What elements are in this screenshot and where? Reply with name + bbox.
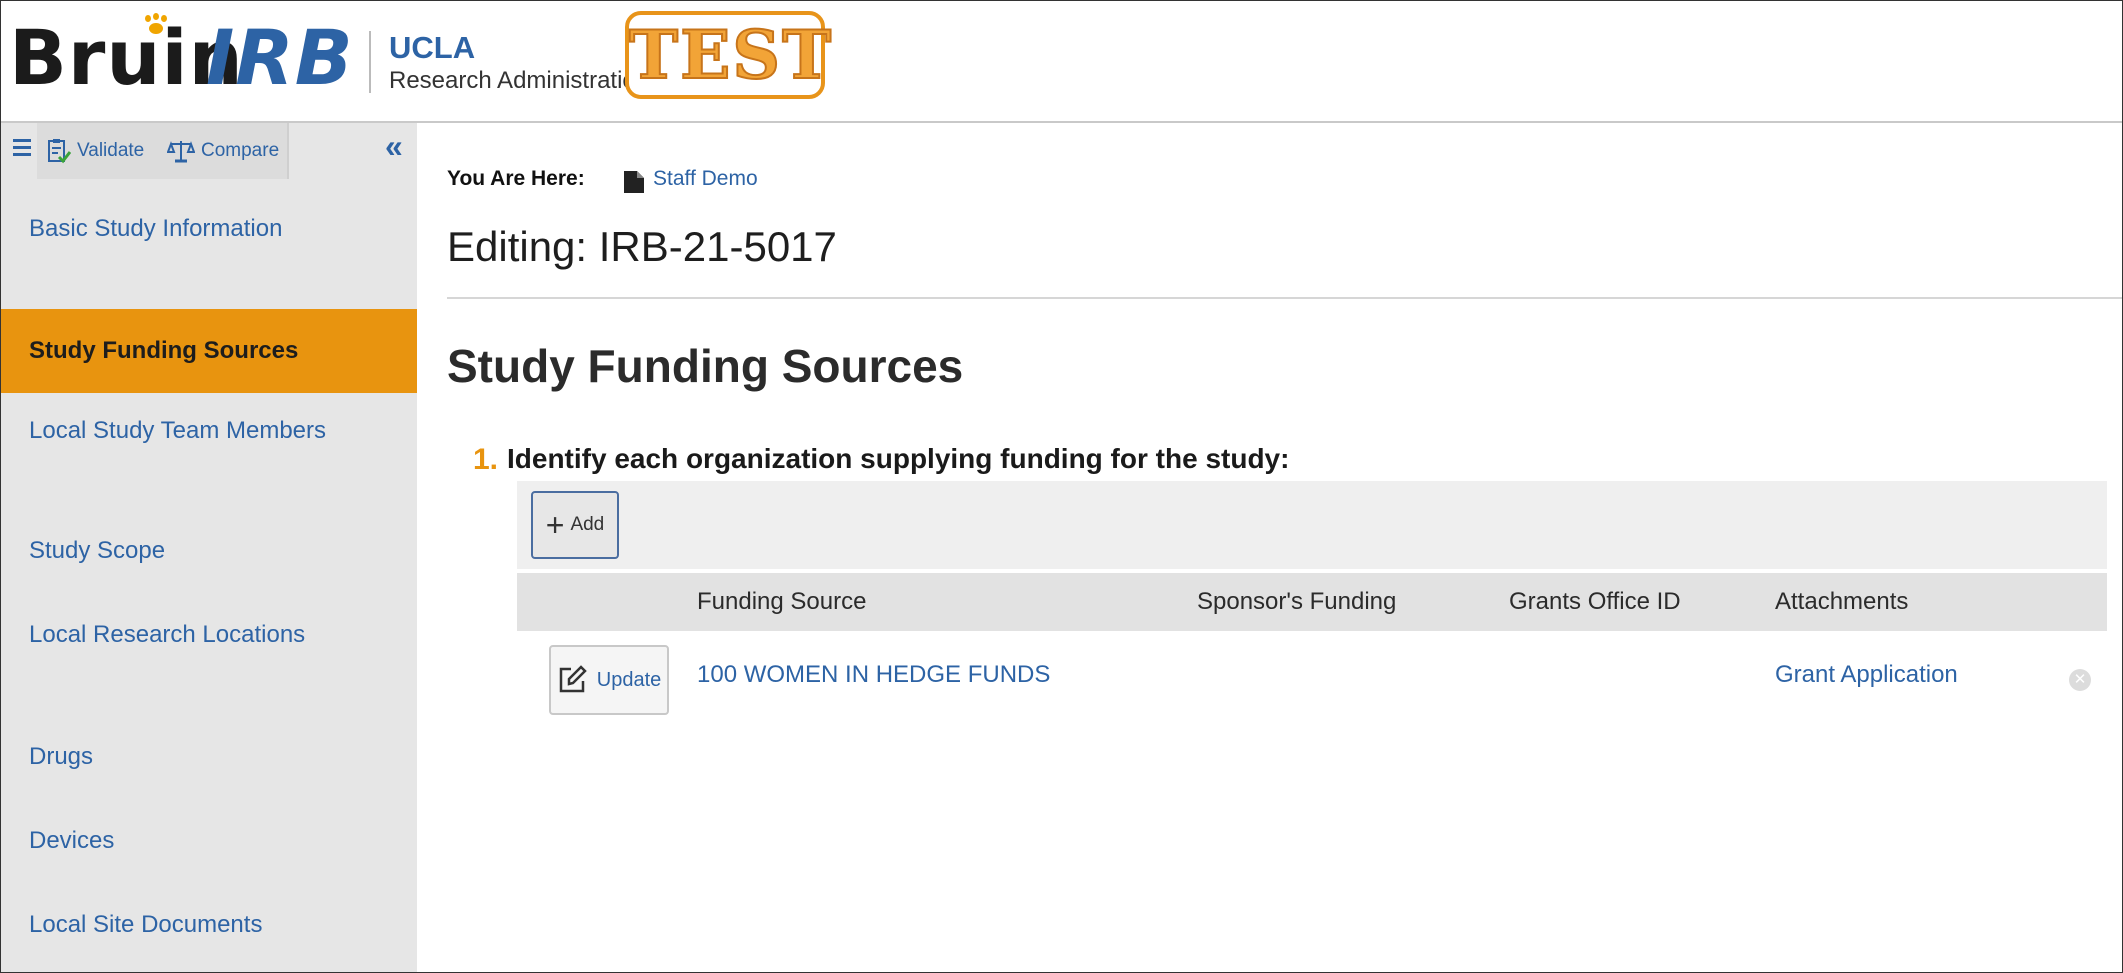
environment-badge: TEST bbox=[625, 11, 834, 99]
sidebar-item-study-scope[interactable]: Study Scope bbox=[1, 533, 417, 569]
validate-label: Validate bbox=[77, 140, 145, 161]
question-number: 1. bbox=[473, 443, 499, 476]
logo-irb-text: IRB bbox=[206, 13, 354, 102]
sidebar-item-basic-study-information[interactable]: Basic Study Information bbox=[1, 211, 417, 247]
menu-icon[interactable] bbox=[13, 139, 31, 157]
org-subtitle: Research Administration bbox=[389, 67, 650, 94]
sidebar-toolbar: Validate Compare « bbox=[1, 123, 417, 179]
validate-icon bbox=[48, 139, 71, 164]
plus-icon: + bbox=[545, 507, 565, 543]
table-row: Update 100 WOMEN IN HEDGE FUNDS Grant Ap… bbox=[517, 635, 2107, 719]
compare-button[interactable]: Compare bbox=[167, 137, 279, 165]
attachment-link[interactable]: Grant Application bbox=[1775, 661, 1958, 689]
sidebar-nav: Validate Compare « Basic Study Informati… bbox=[1, 123, 417, 972]
scale-icon bbox=[167, 141, 195, 163]
sidebar-item-study-funding-sources[interactable]: Study Funding Sources bbox=[1, 309, 417, 393]
funding-source-link[interactable]: 100 WOMEN IN HEDGE FUNDS bbox=[697, 661, 1050, 689]
sidebar-item-devices[interactable]: Devices bbox=[1, 823, 417, 859]
environment-badge-label: TEST bbox=[628, 15, 834, 95]
sidebar-toolbar-actions: Validate Compare bbox=[37, 123, 289, 179]
app-frame: Bruin IRB UCLA Research Administration T… bbox=[0, 0, 2123, 973]
compare-label: Compare bbox=[201, 140, 280, 161]
table-header: Funding Source Sponsor's Funding Grants … bbox=[517, 573, 2107, 631]
funding-sources-table: + Add Funding Source Sponsor's Funding G… bbox=[517, 481, 2107, 719]
breadcrumb-label: You Are Here: bbox=[447, 167, 585, 190]
question-text: Identify each organization supplying fun… bbox=[507, 443, 1290, 474]
update-button-label: Update bbox=[596, 668, 662, 691]
section-title: Study Funding Sources bbox=[447, 340, 964, 392]
page-title: Editing: IRB-21-5017 bbox=[447, 223, 837, 270]
validate-button[interactable]: Validate bbox=[47, 137, 144, 165]
update-button[interactable]: Update bbox=[549, 645, 669, 715]
breadcrumb-link[interactable]: Staff Demo bbox=[653, 167, 758, 191]
document-icon bbox=[624, 171, 644, 193]
edit-icon bbox=[559, 665, 587, 693]
collapse-sidebar-icon[interactable]: « bbox=[385, 130, 403, 162]
sidebar-item-local-study-team-members[interactable]: Local Study Team Members bbox=[1, 413, 417, 449]
column-header-funding-source[interactable]: Funding Source bbox=[697, 573, 866, 631]
column-header-sponsors-funding[interactable]: Sponsor's Funding bbox=[1197, 573, 1396, 631]
site-header: Bruin IRB UCLA Research Administration T… bbox=[1, 1, 2122, 123]
sidebar-item-local-site-documents[interactable]: Local Site Documents bbox=[1, 907, 417, 943]
sidebar-item-drugs[interactable]: Drugs bbox=[1, 739, 417, 775]
add-button-label: Add bbox=[570, 514, 605, 535]
column-header-attachments[interactable]: Attachments bbox=[1775, 573, 1908, 631]
table-toolbar: + Add bbox=[517, 481, 2107, 569]
add-button[interactable]: + Add bbox=[531, 491, 619, 559]
column-header-grants-office-id[interactable]: Grants Office ID bbox=[1509, 573, 1681, 631]
paw-icon bbox=[143, 13, 169, 35]
remove-row-icon[interactable]: ✕ bbox=[2069, 669, 2091, 691]
org-name: UCLA bbox=[389, 30, 476, 65]
title-divider bbox=[447, 297, 2122, 299]
logo-divider bbox=[369, 31, 371, 93]
sidebar-item-local-research-locations[interactable]: Local Research Locations bbox=[1, 617, 417, 653]
